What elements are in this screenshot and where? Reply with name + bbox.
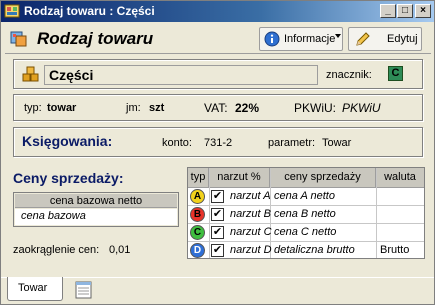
price-type-badge: D bbox=[190, 243, 205, 258]
row-checkbox[interactable]: ✔ bbox=[211, 208, 224, 221]
price-type-badge: B bbox=[190, 207, 205, 222]
price-type-badge: A bbox=[190, 189, 205, 204]
pencil-icon bbox=[356, 32, 370, 46]
price-cell: detaliczna brutto bbox=[274, 244, 355, 256]
price-cell: cena A netto bbox=[274, 190, 335, 202]
price-cell: cena C netto bbox=[274, 226, 337, 238]
table-row[interactable]: B ✔ narzut B cena B netto bbox=[188, 206, 424, 224]
marker-label: znacznik: bbox=[326, 69, 372, 81]
marker-badge[interactable]: C bbox=[388, 66, 403, 81]
accounting-group: Księgowania: konto: 731-2 parametr: Towa… bbox=[13, 127, 423, 157]
markup-cell: narzut A bbox=[230, 190, 271, 202]
details-group: typ: towar jm: szt VAT: 22% PKWiU: PKWiU bbox=[13, 94, 423, 121]
type-label: typ: bbox=[24, 102, 42, 114]
app-icon bbox=[4, 4, 20, 18]
column-header-currency[interactable]: waluta bbox=[376, 168, 424, 188]
rounding-label: zaokrąglenie cen: bbox=[13, 244, 100, 256]
page-title: Rodzaj towaru bbox=[37, 29, 154, 48]
tab-towar[interactable]: Towar bbox=[7, 277, 63, 301]
row-checkbox[interactable]: ✔ bbox=[211, 190, 224, 203]
base-price-cell[interactable]: cena bazowa bbox=[15, 209, 177, 225]
accounting-title: Księgowania: bbox=[22, 133, 113, 149]
info-button-label: Informacje bbox=[284, 33, 336, 45]
markup-cell: narzut C bbox=[230, 226, 272, 238]
edit-button-label: Edytuj bbox=[387, 33, 418, 45]
minimize-button[interactable]: _ bbox=[380, 4, 396, 18]
header: Rodzaj towaru Informacje Edytuj bbox=[3, 25, 433, 53]
account-value: 731-2 bbox=[204, 137, 233, 149]
edit-button[interactable]: Edytuj bbox=[348, 27, 422, 51]
header-divider bbox=[5, 53, 431, 54]
item-name-field[interactable]: Części bbox=[44, 65, 318, 85]
parameter-value: Towar bbox=[322, 137, 352, 149]
vat-value: 22% bbox=[235, 101, 260, 115]
base-price-box: cena bazowa netto cena bazowa bbox=[13, 192, 179, 227]
product-type-icon bbox=[10, 31, 27, 47]
table-row[interactable]: A ✔ narzut A cena A netto bbox=[188, 188, 424, 206]
window-title: Rodzaj towaru : Części bbox=[24, 4, 155, 18]
column-header-price[interactable]: ceny sprzedaży bbox=[270, 168, 376, 188]
pkwiu-label: PKWiU: bbox=[294, 101, 336, 115]
unit-label: jm: bbox=[126, 102, 141, 114]
item-name-group: Części znacznik: C bbox=[13, 59, 423, 89]
close-button[interactable]: × bbox=[415, 4, 431, 18]
price-table: typ narzut % ceny sprzedaży waluta A ✔ n… bbox=[187, 167, 425, 259]
tab-towar-label: Towar bbox=[18, 282, 48, 294]
prices-title: Ceny sprzedaży: bbox=[13, 170, 124, 186]
vat-label: VAT: bbox=[204, 101, 228, 115]
base-price-value: cena bazowa bbox=[21, 210, 86, 222]
main-window: Rodzaj towaru : Części _ □ × Rodzaj towa… bbox=[0, 0, 435, 305]
marker-value: C bbox=[391, 67, 400, 79]
rounding-value: 0,01 bbox=[109, 244, 131, 256]
account-label: konto: bbox=[162, 137, 192, 149]
row-checkbox[interactable]: ✔ bbox=[211, 226, 224, 239]
parameter-label: parametr: bbox=[268, 137, 316, 149]
type-value: towar bbox=[47, 102, 77, 114]
dropdown-arrow-icon bbox=[335, 34, 341, 38]
table-row[interactable]: D ✔ narzut D detaliczna brutto Brutto bbox=[188, 242, 424, 260]
price-type-badge: C bbox=[190, 225, 205, 240]
tab-bar: Towar bbox=[1, 277, 434, 304]
info-icon bbox=[264, 31, 280, 47]
price-cell: cena B netto bbox=[274, 208, 336, 220]
table-row[interactable]: C ✔ narzut C cena C netto bbox=[188, 224, 424, 242]
info-button[interactable]: Informacje bbox=[259, 27, 343, 51]
markup-cell: narzut B bbox=[230, 208, 271, 220]
base-price-header: cena bazowa netto bbox=[15, 194, 177, 208]
title-bar[interactable]: Rodzaj towaru : Części _ □ × bbox=[1, 1, 434, 22]
notes-tab-icon[interactable] bbox=[74, 280, 94, 300]
boxes-icon bbox=[22, 66, 39, 82]
column-header-markup[interactable]: narzut % bbox=[209, 168, 270, 188]
markup-cell: narzut D bbox=[230, 244, 272, 256]
item-name: Części bbox=[49, 67, 94, 83]
row-checkbox[interactable]: ✔ bbox=[211, 244, 224, 257]
column-header-type[interactable]: typ bbox=[188, 168, 209, 188]
pkwiu-value: PKWiU bbox=[342, 101, 381, 115]
maximize-button[interactable]: □ bbox=[397, 4, 413, 18]
currency-cell: Brutto bbox=[380, 244, 410, 256]
unit-value: szt bbox=[149, 102, 165, 114]
